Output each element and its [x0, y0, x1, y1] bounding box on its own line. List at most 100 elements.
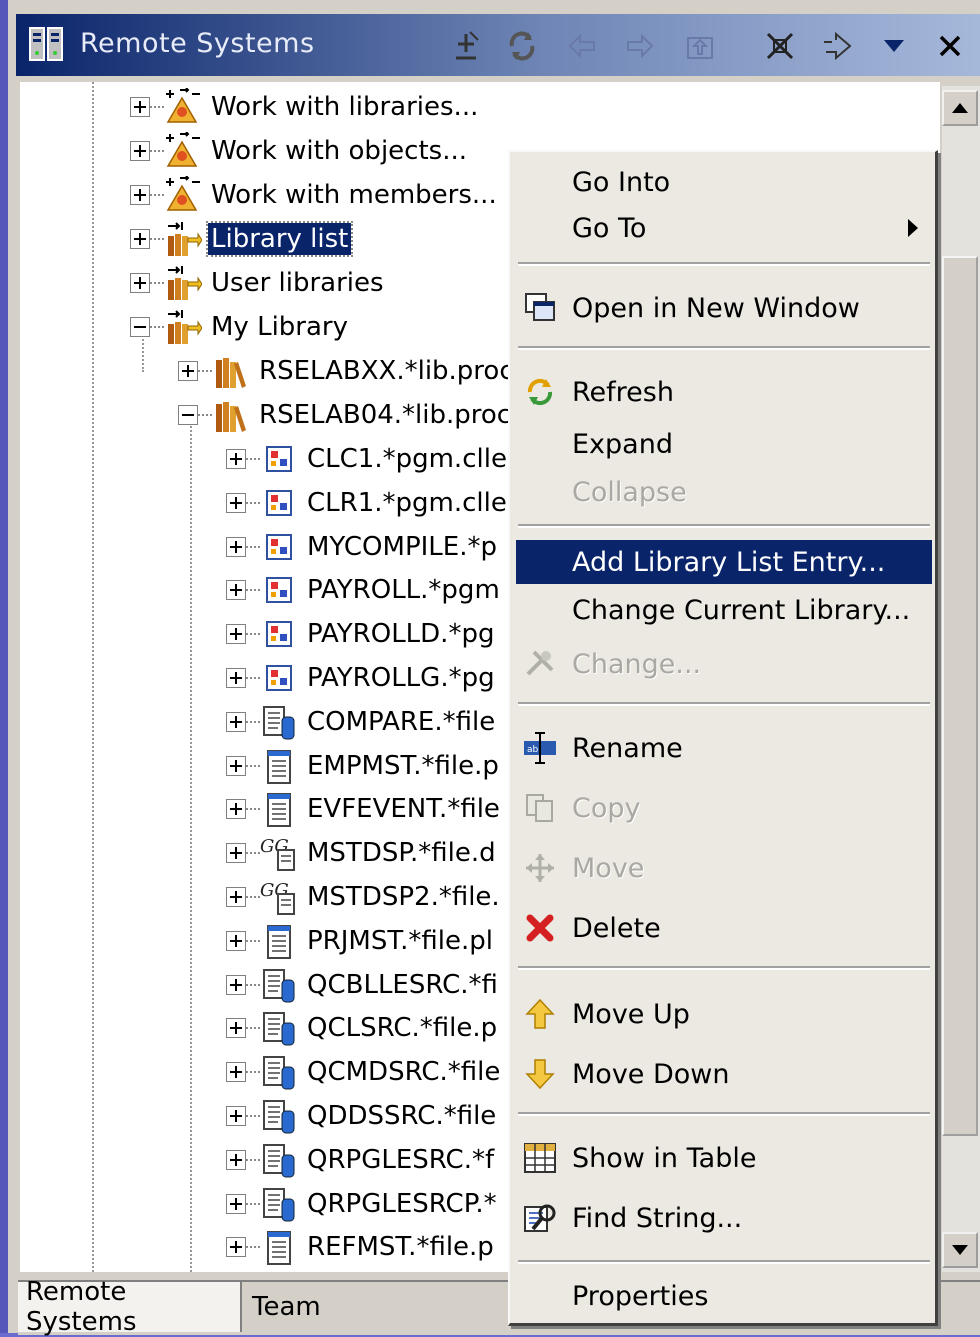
tree-node[interactable]: PRJMST.*file.pl	[226, 920, 496, 962]
tree-node[interactable]: RSELABXX.*lib.proc	[178, 350, 517, 392]
expand-toggle-icon[interactable]	[226, 493, 246, 513]
menu-item-move-up[interactable]: Move Up	[516, 992, 932, 1036]
collapse-toggle-icon[interactable]	[178, 405, 198, 425]
tree-connector	[246, 458, 260, 460]
expand-toggle-icon[interactable]	[226, 843, 246, 863]
remove-filter-icon[interactable]	[444, 26, 488, 66]
tree-node[interactable]: User libraries	[130, 262, 387, 304]
tree-node[interactable]: MYCOMPILE.*p	[226, 526, 500, 568]
tree-node[interactable]: QDDSSRC.*file	[226, 1095, 499, 1137]
library-filter-icon	[164, 220, 203, 258]
menu-item-go-into[interactable]: Go Into	[516, 160, 932, 204]
tree-node[interactable]: QCMDSRC.*file	[226, 1051, 503, 1093]
forward-icon[interactable]	[618, 26, 662, 66]
menu-item-move-down[interactable]: Move Down	[516, 1052, 932, 1096]
expand-toggle-icon[interactable]	[130, 141, 150, 161]
tree-node[interactable]: QCBLLESRC.*fi	[226, 964, 501, 1006]
menu-separator	[518, 1112, 930, 1116]
tree-node[interactable]: COMPARE.*file	[226, 701, 498, 743]
tree-node[interactable]: RSELAB04.*lib.proc	[178, 394, 514, 436]
tab-team[interactable]: Team	[244, 1282, 334, 1332]
menu-item-delete[interactable]: Delete	[516, 906, 932, 950]
tree-connector	[246, 1159, 260, 1161]
expand-toggle-icon[interactable]	[130, 229, 150, 249]
tree-node[interactable]: PAYROLL.*pgm	[226, 569, 503, 611]
expand-toggle-icon[interactable]	[226, 624, 246, 644]
tree-node[interactable]: EVFEVENT.*file	[226, 788, 503, 830]
tree-node[interactable]: Work with objects...	[130, 130, 470, 172]
physical-file-icon	[260, 747, 298, 785]
menu-item-show-in-table[interactable]: Show in Table	[516, 1136, 932, 1180]
tree-node[interactable]: REFMST.*file.p	[226, 1226, 497, 1268]
tree-node[interactable]: QRPGLESRC.*f	[226, 1139, 497, 1181]
menu-item-copy[interactable]: Copy	[516, 786, 932, 830]
tree-connector	[150, 238, 164, 240]
menu-item-rename[interactable]: ab Rename	[516, 726, 932, 770]
menu-item-refresh[interactable]: Refresh	[516, 370, 932, 414]
menu-item-find-string[interactable]: Find String...	[516, 1196, 932, 1240]
expand-toggle-icon[interactable]	[226, 1062, 246, 1082]
source-file-icon	[260, 703, 298, 741]
tree-node[interactable]: CLR1.*pgm.clle	[226, 482, 510, 524]
menu-item-move[interactable]: Move	[516, 846, 932, 890]
program-icon	[260, 571, 298, 609]
vertical-scrollbar[interactable]	[942, 86, 980, 1272]
expand-toggle-icon[interactable]	[226, 756, 246, 776]
expand-toggle-icon[interactable]	[226, 1150, 246, 1170]
menu-item-change-current-library[interactable]: Change Current Library...	[516, 588, 932, 632]
up-icon[interactable]	[678, 26, 722, 66]
expand-toggle-icon[interactable]	[130, 97, 150, 117]
tree-node[interactable]: My Library	[130, 306, 351, 348]
close-icon[interactable]	[928, 26, 972, 66]
tree-node[interactable]: Work with members...	[130, 174, 500, 216]
expand-toggle-icon[interactable]	[130, 273, 150, 293]
menu-item-go-to[interactable]: Go To	[516, 206, 932, 250]
back-icon[interactable]	[560, 26, 604, 66]
tree-node-label: RSELABXX.*lib.proc	[259, 356, 514, 386]
context-menu: Go Into Go To Open in New Window Refresh…	[508, 150, 938, 1326]
menu-item-add-library-list-entry[interactable]: Add Library List Entry...	[516, 540, 932, 584]
expand-toggle-icon[interactable]	[226, 668, 246, 688]
expand-toggle-icon[interactable]	[226, 887, 246, 907]
link-with-editor-icon[interactable]	[816, 26, 860, 66]
tree-node[interactable]: CLC1.*pgm.clle	[226, 438, 510, 480]
tree-node[interactable]: QCLSRC.*file.p	[226, 1007, 500, 1049]
expand-toggle-icon[interactable]	[130, 185, 150, 205]
tree-node[interactable]: QRPGLESRCP.*	[226, 1183, 500, 1225]
expand-toggle-icon[interactable]	[226, 537, 246, 557]
collapse-all-icon[interactable]	[758, 26, 802, 66]
tree-node[interactable]: PAYROLLG.*pg	[226, 657, 498, 699]
menu-item-properties[interactable]: Properties	[516, 1274, 932, 1318]
expand-toggle-icon[interactable]	[226, 975, 246, 995]
expand-toggle-icon[interactable]	[226, 1237, 246, 1257]
tree-node[interactable]: EMPMST.*file.p	[226, 745, 502, 787]
tree-node[interactable]: Library list	[130, 218, 354, 260]
refresh-icon[interactable]	[500, 26, 544, 66]
expand-toggle-icon[interactable]	[226, 799, 246, 819]
expand-toggle-icon[interactable]	[178, 361, 198, 381]
tree-node[interactable]: GG MSTDSP.*file.d	[226, 832, 499, 874]
tree-node[interactable]: Work with libraries...	[130, 86, 481, 128]
tab-remote-systems[interactable]: Remote Systems	[18, 1277, 242, 1337]
tree-node-label: RSELAB04.*lib.proc	[259, 400, 512, 430]
tree-node-label: QCBLLESRC.*fi	[307, 970, 498, 1000]
expand-toggle-icon[interactable]	[226, 1194, 246, 1214]
scrollbar-thumb[interactable]	[942, 256, 978, 1136]
expand-toggle-icon[interactable]	[226, 449, 246, 469]
scroll-down-button[interactable]	[942, 1232, 978, 1268]
view-menu-icon[interactable]	[872, 26, 916, 66]
expand-toggle-icon[interactable]	[226, 1018, 246, 1038]
menu-item-change[interactable]: Change...	[516, 642, 932, 686]
menu-item-expand[interactable]: Expand	[516, 422, 932, 466]
collapse-toggle-icon[interactable]	[130, 317, 150, 337]
expand-toggle-icon[interactable]	[226, 580, 246, 600]
expand-toggle-icon[interactable]	[226, 1106, 246, 1126]
tree-node[interactable]: PAYROLLD.*pg	[226, 613, 497, 655]
scroll-up-button[interactable]	[942, 90, 978, 126]
menu-item-collapse[interactable]: Collapse	[516, 470, 932, 514]
tree-node[interactable]: GG MSTDSP2.*file.	[226, 876, 503, 918]
menu-separator	[518, 966, 930, 970]
expand-toggle-icon[interactable]	[226, 712, 246, 732]
menu-item-open-in-new-window[interactable]: Open in New Window	[516, 286, 932, 330]
expand-toggle-icon[interactable]	[226, 931, 246, 951]
